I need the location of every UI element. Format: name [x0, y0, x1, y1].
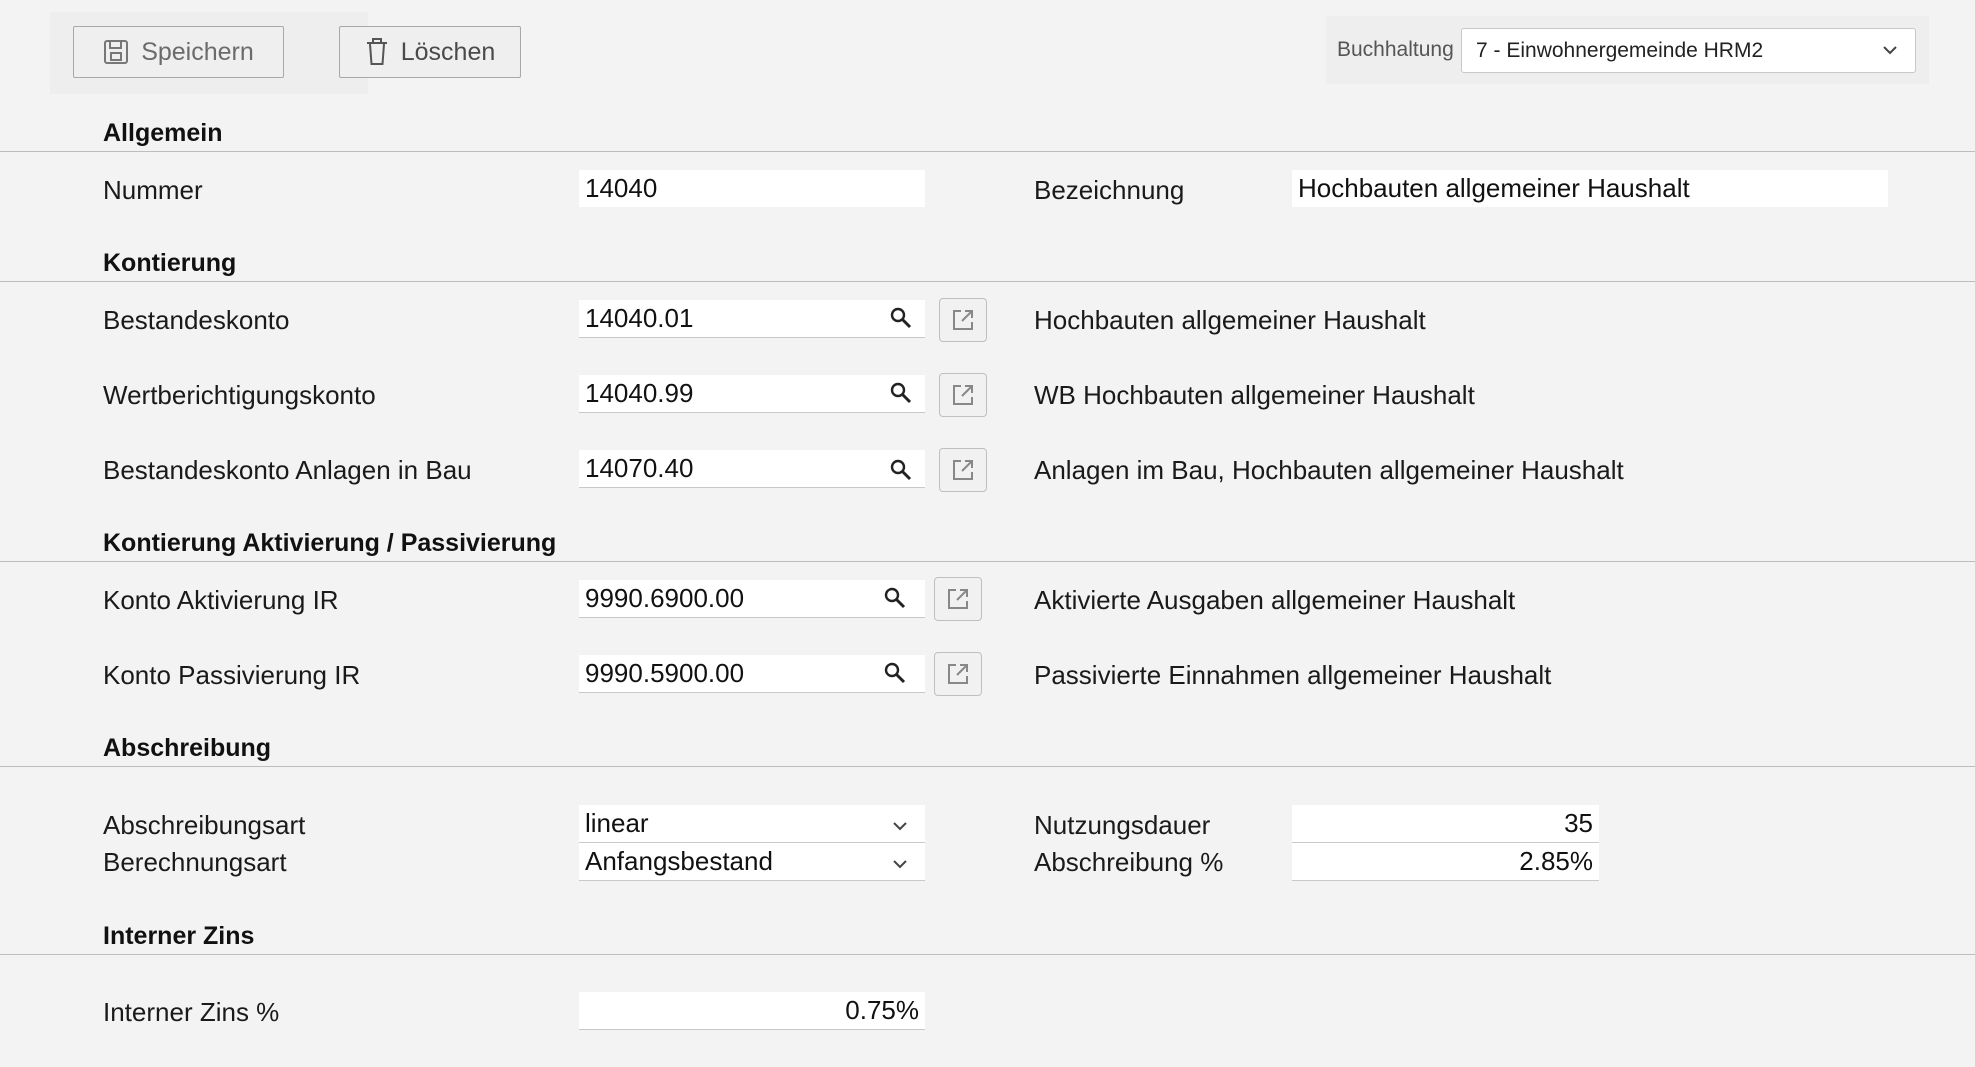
open-external-button[interactable] [939, 373, 987, 417]
external-link-icon [948, 664, 968, 684]
section-title-internal-interest: Interner Zins [103, 922, 255, 950]
chevron-down-icon [893, 860, 907, 869]
section-title-general: Allgemein [103, 119, 223, 147]
useful-life-label: Nutzungsdauer [1034, 810, 1211, 840]
open-external-button[interactable] [934, 652, 982, 696]
accounting-select-value: 7 - Einwohnergemeinde HRM2 [1476, 38, 1764, 62]
external-link-icon [953, 310, 973, 330]
section-divider [0, 151, 1975, 152]
valuation-account-label: Wertberichtigungskonto [103, 380, 376, 410]
depreciation-rate-field[interactable]: 2.85% [1292, 843, 1599, 881]
delete-label: Löschen [400, 37, 496, 66]
designation-field[interactable]: Hochbauten allgemeiner Haushalt [1292, 170, 1888, 207]
chevron-down-icon [893, 822, 907, 831]
depreciation-type-label: Abschreibungsart [103, 810, 306, 840]
internal-interest-label: Interner Zins % [103, 997, 280, 1027]
calculation-type-label: Berechnungsart [103, 847, 287, 877]
depreciation-type-select[interactable]: linear [579, 805, 925, 843]
search-icon[interactable] [889, 458, 913, 482]
external-link-icon [953, 460, 973, 480]
chevron-down-icon [1883, 46, 1897, 55]
construction-account-value: 14070.40 [585, 453, 694, 483]
depreciation-rate-value: 2.85% [1519, 846, 1593, 876]
valuation-account-description: WB Hochbauten allgemeiner Haushalt [1034, 380, 1475, 410]
inventory-account-field[interactable]: 14040.01 [579, 300, 925, 338]
internal-interest-value: 0.75% [845, 995, 919, 1025]
depreciation-type-value: linear [585, 808, 649, 838]
capitalization-account-label: Konto Aktivierung IR [103, 585, 339, 615]
section-title-capitalization: Kontierung Aktivierung / Passivierung [103, 529, 557, 557]
number-field[interactable]: 14040 [579, 170, 925, 207]
capitalization-account-value: 9990.6900.00 [585, 583, 745, 613]
save-label: Speichern [141, 37, 254, 66]
search-icon[interactable] [889, 306, 913, 330]
delete-button[interactable]: Löschen [339, 26, 521, 78]
internal-interest-field[interactable]: 0.75% [579, 992, 925, 1030]
number-label: Nummer [103, 175, 203, 205]
calculation-type-value: Anfangsbestand [585, 846, 773, 876]
external-link-icon [953, 385, 973, 405]
open-external-button[interactable] [939, 298, 987, 342]
designation-value: Hochbauten allgemeiner Haushalt [1298, 173, 1690, 203]
calculation-type-select[interactable]: Anfangsbestand [579, 843, 925, 881]
depreciation-rate-label: Abschreibung % [1034, 847, 1224, 877]
section-divider [0, 561, 1975, 562]
inventory-account-value: 14040.01 [585, 303, 694, 333]
passivation-account-value: 9990.5900.00 [585, 658, 745, 688]
designation-label: Bezeichnung [1034, 175, 1185, 205]
valuation-account-value: 14040.99 [585, 378, 694, 408]
search-icon[interactable] [889, 381, 913, 405]
open-external-button[interactable] [939, 448, 987, 492]
useful-life-value: 35 [1564, 808, 1593, 838]
search-icon[interactable] [883, 661, 907, 685]
section-divider [0, 766, 1975, 767]
number-value: 14040 [585, 173, 658, 203]
passivation-account-label: Konto Passivierung IR [103, 660, 361, 690]
section-title-posting: Kontierung [103, 249, 237, 277]
useful-life-field[interactable]: 35 [1292, 805, 1599, 843]
inventory-account-label: Bestandeskonto [103, 305, 290, 335]
passivation-account-description: Passivierte Einnahmen allgemeiner Hausha… [1034, 660, 1552, 690]
trash-icon [366, 38, 387, 65]
section-divider [0, 281, 1975, 282]
accounting-select[interactable]: 7 - Einwohnergemeinde HRM2 [1461, 28, 1916, 73]
section-title-depreciation: Abschreibung [103, 734, 272, 762]
construction-account-field[interactable]: 14070.40 [579, 450, 925, 488]
construction-account-label: Bestandeskonto Anlagen in Bau [103, 455, 472, 485]
search-icon[interactable] [883, 586, 907, 610]
accounting-label: Buchhaltung [1337, 38, 1454, 61]
capitalization-account-field[interactable]: 9990.6900.00 [579, 580, 925, 618]
valuation-account-field[interactable]: 14040.99 [579, 375, 925, 413]
external-link-icon [948, 589, 968, 609]
save-button[interactable]: Speichern [73, 26, 284, 78]
capitalization-account-description: Aktivierte Ausgaben allgemeiner Haushalt [1034, 585, 1516, 615]
passivation-account-field[interactable]: 9990.5900.00 [579, 655, 925, 693]
section-divider [0, 954, 1975, 955]
save-icon [104, 40, 129, 64]
inventory-account-description: Hochbauten allgemeiner Haushalt [1034, 305, 1426, 335]
construction-account-description: Anlagen im Bau, Hochbauten allgemeiner H… [1034, 455, 1624, 485]
open-external-button[interactable] [934, 577, 982, 621]
